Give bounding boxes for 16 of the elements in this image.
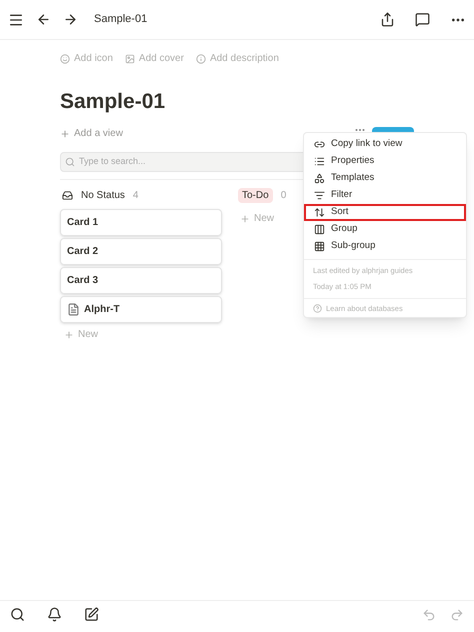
menu-item[interactable]: Copy link to view [304, 136, 466, 153]
column-title: No Status [81, 189, 125, 203]
board-card[interactable]: Card 1 [60, 208, 222, 236]
board-card[interactable]: Alphr-T [60, 296, 222, 322]
column-count: 0 [280, 189, 286, 203]
menu-item[interactable]: Filter [304, 187, 466, 204]
menu-item[interactable]: Group [304, 221, 466, 238]
menu-item[interactable]: Templates [304, 170, 466, 187]
menu-item[interactable]: Sort [304, 204, 466, 221]
column-count: 4 [132, 189, 138, 203]
breadcrumb-title[interactable]: Sample-01 [94, 11, 148, 28]
column-title: To-Do [238, 188, 273, 203]
menu-item[interactable]: Sub-group [304, 238, 466, 255]
page-title: Sample-01 [60, 89, 166, 115]
board-card[interactable]: Card 2 [60, 238, 222, 264]
board-card[interactable]: Card 3 [60, 266, 222, 294]
